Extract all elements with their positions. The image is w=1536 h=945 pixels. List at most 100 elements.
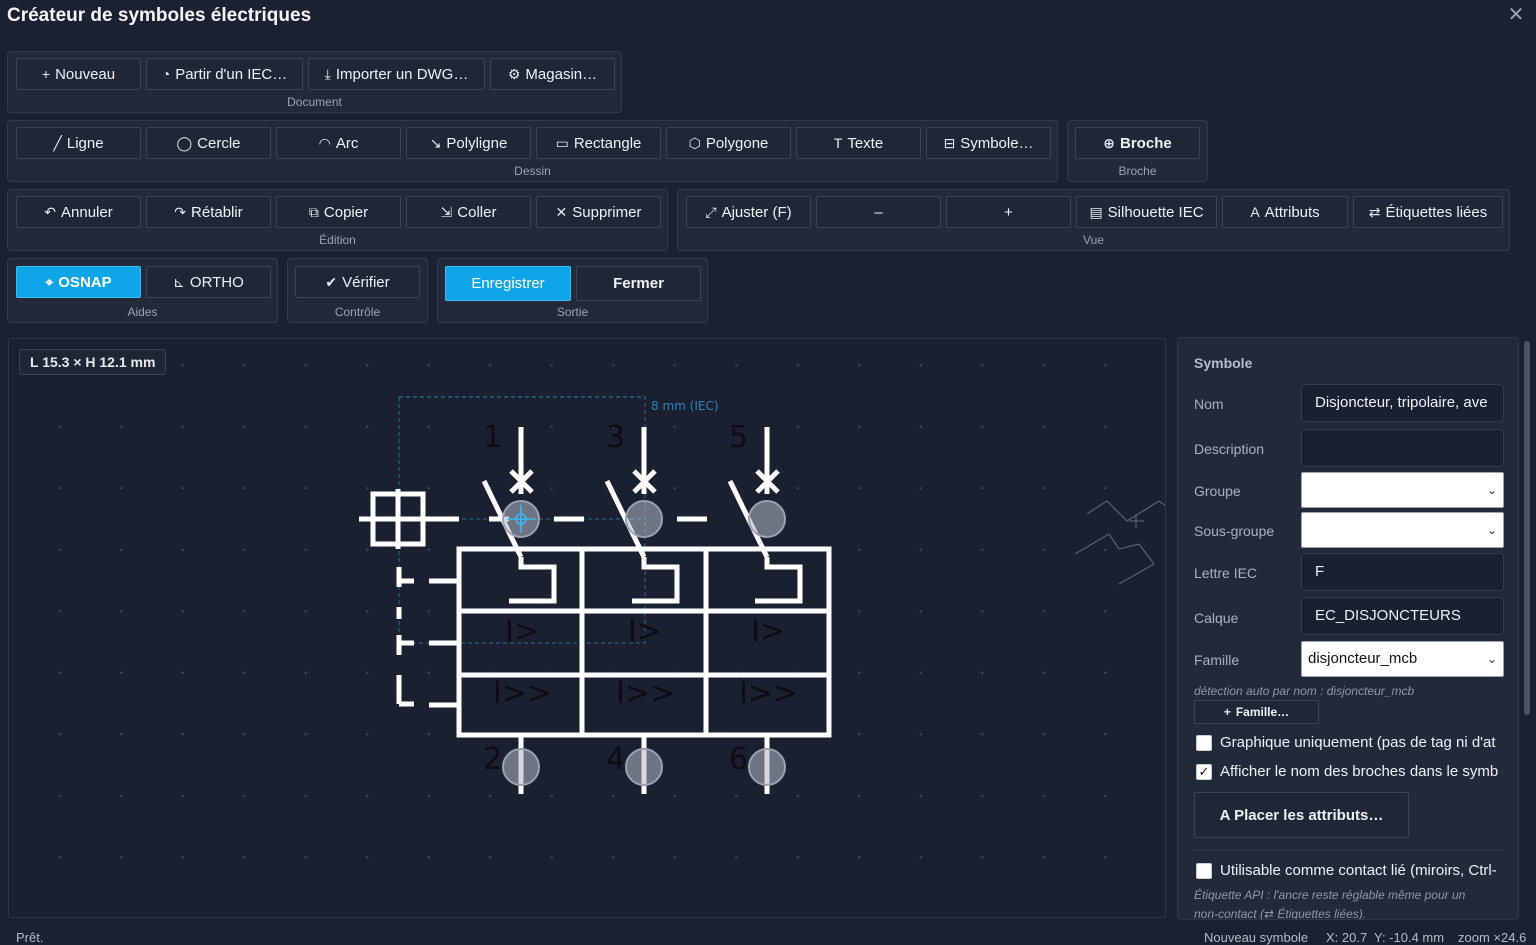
panel-divider [1194, 850, 1502, 851]
pin-number: 3 [606, 420, 625, 455]
checkbox-box-checked[interactable]: ✓ [1196, 763, 1212, 780]
name-input[interactable]: Disjoncteur, tripolaire, ave [1301, 384, 1504, 422]
pin-icon: ⊕ [1103, 134, 1116, 151]
circle-button[interactable]: ◯ Cercle [146, 127, 271, 159]
group-label-sortie: Sortie [556, 305, 589, 319]
graphic-only-checkbox[interactable]: Graphique uniquement (pas de tag ni d'at [1196, 734, 1496, 751]
group-label-document: Document [287, 95, 342, 109]
relay-label: I>> [616, 676, 675, 711]
ortho-toggle[interactable]: ⊾ ORTHO [146, 266, 271, 298]
plus-icon: + [41, 66, 51, 82]
rectangle-button[interactable]: ▭ Rectangle [536, 127, 661, 159]
osnap-toggle[interactable]: ⌖ OSNAP [16, 266, 141, 298]
status-symbol: Nouveau symbole [1204, 930, 1309, 945]
gear-icon: ⚙ [507, 65, 521, 82]
drawing-canvas[interactable]: L 15.3 × H 12.1 mm 8 mm (IEC) 1 3 5 2 4 … [8, 338, 1166, 918]
iec-letter-input[interactable]: F [1301, 553, 1504, 591]
fit-icon: ⤢ [705, 203, 717, 220]
delete-icon: ✕ [555, 203, 568, 220]
relay-label: I>> [739, 676, 798, 711]
layer-input[interactable]: EC_DISJONCTEURS [1301, 597, 1504, 635]
checkbox-box[interactable] [1196, 862, 1212, 879]
attributes-button[interactable]: A Attributs [1222, 196, 1348, 228]
polygon-icon: ⬡ [688, 134, 701, 151]
store-button[interactable]: ⚙ Magasin… [490, 58, 615, 90]
pin-number: 1 [483, 420, 502, 455]
arc-button[interactable]: ◠ Arc [276, 127, 401, 159]
pin-number: 2 [483, 742, 502, 777]
pin-button[interactable]: ⊕ Broche [1075, 127, 1200, 159]
group-select[interactable]: ⌄ [1301, 472, 1504, 508]
polygon-button[interactable]: ⬡ Polygone [666, 127, 791, 159]
pin-number: 5 [729, 420, 748, 455]
save-button[interactable]: Enregistrer [445, 266, 571, 301]
pin-marker [502, 748, 540, 786]
chevron-down-icon: ⌄ [1486, 483, 1497, 497]
relay-label: I>> [493, 676, 552, 711]
redo-icon: ↷ [174, 203, 187, 220]
place-attributes-button[interactable]: A Placer les attributs… [1194, 792, 1409, 838]
circle-icon: ◯ [176, 134, 193, 151]
rectangle-icon: ▭ [555, 134, 569, 151]
import-icon: ⤓ [324, 65, 331, 82]
close-icon[interactable]: ✕ [1504, 3, 1528, 27]
status-x: X: 20.7 [1326, 930, 1368, 945]
redo-button[interactable]: ↷ Rétablir [146, 196, 271, 228]
relay-label: I> [505, 614, 539, 649]
delete-button[interactable]: ✕ Supprimer [536, 196, 661, 228]
scroll-thumb[interactable] [1524, 341, 1530, 715]
undo-button[interactable]: ↶ Annuler [16, 196, 141, 228]
window-title: Créateur de symboles électriques [7, 5, 312, 26]
iec-label: 8 mm (IEC) [651, 399, 719, 413]
zoom-out-button[interactable]: – [816, 196, 941, 228]
from-iec-button[interactable]: ◔ Partir d'un IEC… [146, 58, 303, 90]
checkbox-box[interactable] [1196, 734, 1212, 751]
verify-button[interactable]: ✔ Vérifier [295, 266, 420, 298]
zoom-in-button[interactable]: + [946, 196, 1071, 228]
family-select[interactable]: disjoncteur_mcb ⌄ [1301, 641, 1504, 677]
description-label: Description [1194, 441, 1265, 457]
paste-icon: ⇲ [440, 203, 453, 220]
api-hint-2: non-contact (⇄ Étiquettes liées). [1194, 907, 1367, 920]
new-button[interactable]: + Nouveau [16, 58, 141, 90]
import-dwg-button[interactable]: ⤓ Importer un DWG… [308, 58, 485, 90]
text-button[interactable]: T Texte [796, 127, 921, 159]
show-pin-names-checkbox[interactable]: ✓ Afficher le nom des broches dans le sym… [1196, 763, 1498, 780]
plus-icon: + [1223, 705, 1231, 719]
iec-icon: ◔ [161, 66, 171, 82]
group-controle: ✔ Vérifier Contrôle [287, 258, 428, 323]
group-label-dessin: Dessin [514, 164, 551, 178]
pin-number: 6 [729, 742, 748, 777]
name-label: Nom [1194, 396, 1224, 412]
chevron-down-icon: ⌄ [1486, 652, 1497, 666]
line-icon: ╱ [53, 134, 62, 151]
subgroup-select[interactable]: ⌄ [1301, 512, 1504, 548]
symbol-drawing[interactable]: 8 mm (IEC) 1 3 5 2 4 6 I> I> I> I>> I>> … [9, 339, 1166, 918]
copy-button[interactable]: ⧉ Copier [276, 196, 401, 228]
status-y: Y: -10.4 mm [1374, 930, 1445, 945]
arc-icon: ◠ [318, 134, 331, 151]
subgroup-label: Sous-groupe [1194, 523, 1275, 539]
linked-contact-checkbox[interactable]: Utilisable comme contact lié (miroirs, C… [1196, 862, 1497, 879]
close-button[interactable]: Fermer [576, 266, 701, 301]
title-bar: Créateur de symboles électriques ✕ [0, 0, 1536, 36]
symbol-button[interactable]: ⊟ Symbole… [926, 127, 1051, 159]
group-edition: ↶ Annuler ↷ Rétablir ⧉ Copier ⇲ Coller ✕ Supp… [7, 189, 668, 251]
status-ready: Prêt. [16, 930, 44, 945]
fit-button[interactable]: ⤢ Ajuster (F) [686, 196, 811, 228]
group-label-aides: Aides [127, 305, 158, 319]
silhouette-button[interactable]: ▤ Silhouette IEC [1076, 196, 1217, 228]
panel-scrollbar[interactable] [1522, 337, 1532, 917]
paste-button[interactable]: ⇲ Coller [406, 196, 531, 228]
polyline-button[interactable]: ↘ Polyligne [406, 127, 531, 159]
group-document: + Nouveau ◔ Partir d'un IEC… ⤓ Importer un … [7, 51, 622, 113]
description-input[interactable] [1301, 429, 1504, 467]
properties-panel: Symbole Nom Disjoncteur, tripolaire, ave… [1177, 337, 1519, 920]
linked-labels-button[interactable]: ⇄ Étiquettes liées [1353, 196, 1503, 228]
line-button[interactable]: ╱ Ligne [16, 127, 141, 159]
group-sortie: Enregistrer Fermer Sortie [437, 258, 708, 323]
group-label-controle: Contrôle [334, 305, 381, 319]
add-family-button[interactable]: + Famille… [1194, 700, 1319, 724]
group-broche: ⊕ Broche Broche [1067, 120, 1208, 182]
pin-marker [748, 500, 786, 538]
